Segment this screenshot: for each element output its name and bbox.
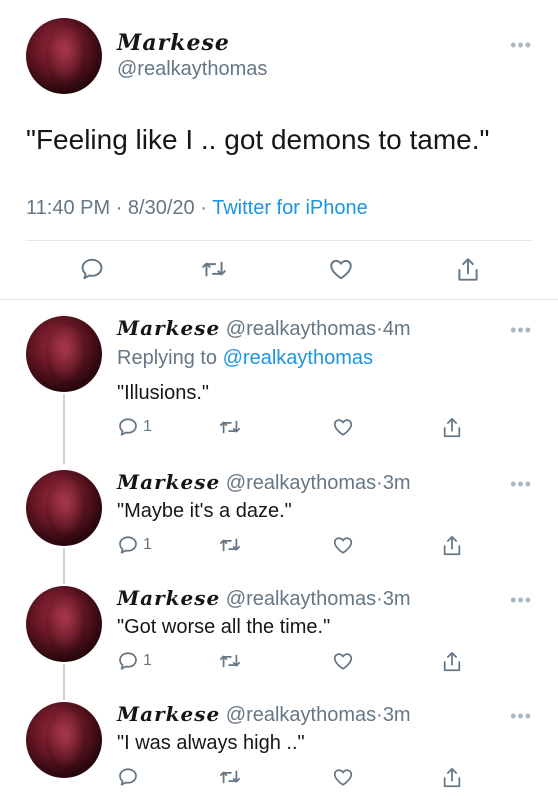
meta-separator: · — [115, 197, 123, 219]
like-icon — [332, 650, 354, 672]
share-icon — [441, 534, 463, 558]
more-icon[interactable]: ••• — [510, 36, 532, 54]
reply-button[interactable] — [117, 766, 143, 788]
action-bar — [0, 256, 558, 286]
like-button[interactable] — [332, 766, 354, 788]
meta-separator: · — [376, 704, 383, 726]
like-icon — [332, 534, 354, 556]
share-icon — [441, 766, 463, 790]
retweet-icon — [218, 766, 242, 788]
like-button[interactable] — [332, 534, 354, 556]
reply-icon — [79, 256, 105, 282]
handle[interactable]: @realkaythomas — [117, 58, 267, 81]
share-button[interactable] — [441, 766, 463, 790]
reply-header: Markese @realkaythomas·4m — [117, 316, 411, 341]
retweet-icon — [218, 416, 242, 438]
reply-icon — [117, 534, 139, 556]
retweet-button[interactable] — [200, 256, 228, 282]
reply-button[interactable] — [79, 256, 105, 282]
retweet-button[interactable] — [218, 416, 242, 438]
replying-to-link[interactable]: @realkaythomas — [223, 347, 373, 369]
retweet-button[interactable] — [218, 534, 242, 556]
reply-header: Markese @realkaythomas·3m — [117, 702, 411, 727]
meta-separator: · — [200, 197, 207, 219]
tweet-age: 4m — [382, 318, 411, 340]
avatar[interactable] — [26, 18, 102, 94]
like-button[interactable] — [332, 416, 354, 438]
reply-icon — [117, 416, 139, 438]
action-bar — [0, 766, 558, 796]
display-name[interactable]: Markese — [117, 702, 220, 726]
more-icon[interactable]: ••• — [510, 475, 532, 493]
replying-to-line: Replying to @realkaythomas — [117, 347, 373, 370]
avatar[interactable] — [26, 316, 102, 392]
retweet-icon — [200, 256, 228, 282]
like-icon — [328, 256, 354, 282]
reply-icon — [117, 766, 139, 788]
like-icon — [332, 766, 354, 788]
reply-count: 1 — [143, 418, 152, 435]
like-button[interactable] — [332, 650, 354, 672]
reply-count: 1 — [143, 652, 152, 669]
share-icon — [455, 256, 481, 284]
reply-button[interactable]: 1 — [117, 650, 152, 672]
retweet-icon — [218, 650, 242, 672]
more-icon[interactable]: ••• — [510, 707, 532, 725]
share-button[interactable] — [441, 534, 463, 558]
tweet-text: "Got worse all the time." — [117, 616, 331, 638]
meta-separator: · — [376, 472, 383, 494]
retweet-button[interactable] — [218, 766, 242, 788]
more-icon[interactable]: ••• — [510, 591, 532, 609]
share-icon — [441, 650, 463, 674]
tweet-time: 11:40 PM — [26, 197, 111, 219]
handle[interactable]: @realkaythomas — [226, 472, 376, 494]
tweet-age: 3m — [382, 704, 411, 726]
reply-header: Markese @realkaythomas·3m — [117, 586, 411, 611]
display-name[interactable]: Markese — [117, 30, 230, 56]
divider — [0, 299, 558, 300]
share-icon — [441, 416, 463, 440]
replying-label: Replying to — [117, 347, 218, 369]
reply-header: Markese @realkaythomas·3m — [117, 470, 411, 495]
display-name[interactable]: Markese — [117, 470, 220, 494]
more-icon[interactable]: ••• — [510, 321, 532, 339]
like-icon — [332, 416, 354, 438]
action-bar: 1 — [0, 650, 558, 680]
main-tweet: Markese @realkaythomas ••• "Feeling like… — [0, 0, 558, 300]
reply-icon — [117, 650, 139, 672]
action-bar: 1 — [0, 416, 558, 446]
reply-button[interactable]: 1 — [117, 534, 152, 556]
share-button[interactable] — [441, 650, 463, 674]
reply-button[interactable]: 1 — [117, 416, 152, 438]
action-bar: 1 — [0, 534, 558, 564]
tweet-source-link[interactable]: Twitter for iPhone — [212, 197, 368, 219]
handle[interactable]: @realkaythomas — [226, 318, 376, 340]
tweet-date: 8/30/20 — [127, 197, 195, 219]
divider — [26, 240, 532, 241]
tweet-age: 3m — [382, 472, 411, 494]
display-name[interactable]: Markese — [117, 586, 220, 610]
retweet-icon — [218, 534, 242, 556]
display-name[interactable]: Markese — [117, 316, 220, 340]
reply-count: 1 — [143, 536, 152, 553]
tweet-age: 3m — [382, 588, 411, 610]
share-button[interactable] — [455, 256, 481, 284]
tweet-text: "I was always high .." — [117, 732, 305, 754]
meta-separator: · — [376, 588, 383, 610]
meta-separator: · — [376, 318, 383, 340]
handle[interactable]: @realkaythomas — [226, 588, 376, 610]
tweet-text: "Illusions." — [117, 382, 210, 404]
tweet-text: "Maybe it's a daze." — [117, 500, 292, 522]
like-button[interactable] — [328, 256, 354, 282]
tweet-text: "Feeling like I .. got demons to tame." — [26, 124, 490, 155]
retweet-button[interactable] — [218, 650, 242, 672]
handle[interactable]: @realkaythomas — [226, 704, 376, 726]
share-button[interactable] — [441, 416, 463, 440]
tweet-meta: 11:40 PM · 8/30/20 · Twitter for iPhone — [26, 197, 368, 220]
